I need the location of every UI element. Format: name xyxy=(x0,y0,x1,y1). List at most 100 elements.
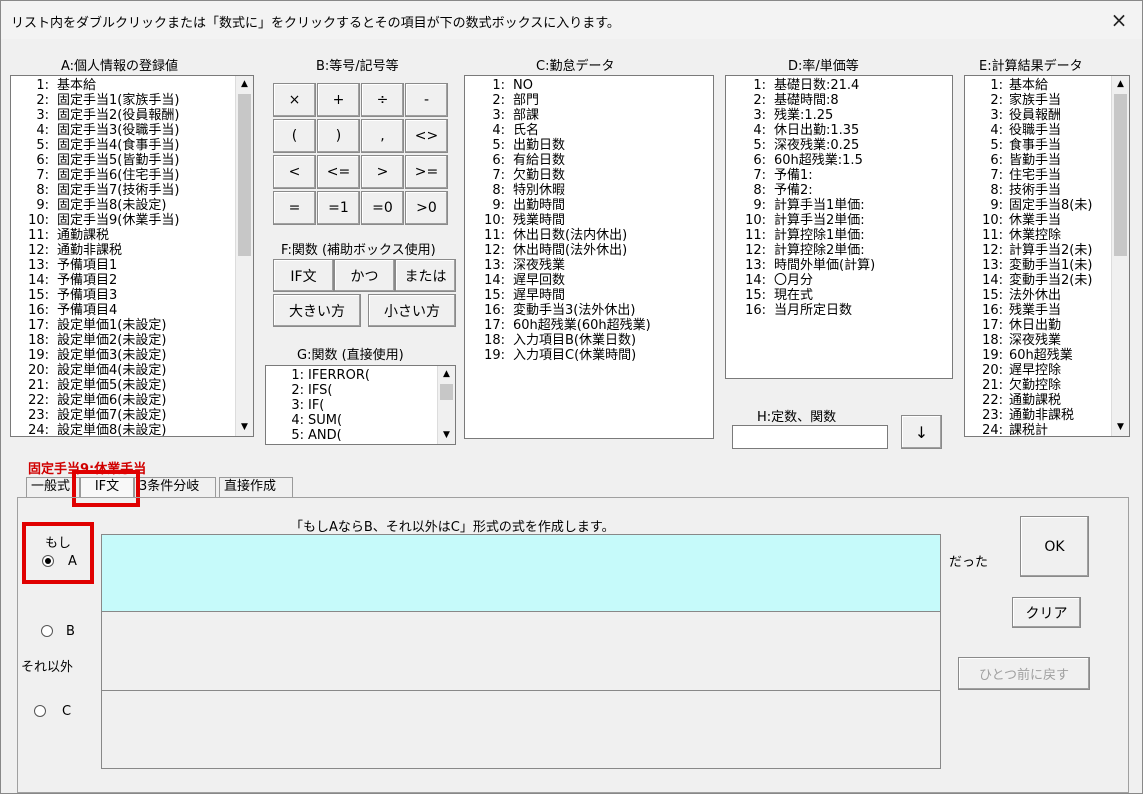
list-item[interactable]: 12: 休出時間(法外休出) xyxy=(465,243,713,258)
list-item[interactable]: 21: 欠勤控除 xyxy=(965,378,1129,393)
scroll-down-icon[interactable]: ▼ xyxy=(1112,419,1129,436)
symbol-equals-button[interactable]: = xyxy=(273,191,316,225)
list-item[interactable]: 16: 当月所定日数 xyxy=(726,303,952,318)
symbol-close-paren-button[interactable]: ) xyxy=(317,119,360,153)
if-function-button[interactable]: IF文 xyxy=(273,259,334,292)
scroll-down-icon[interactable]: ▼ xyxy=(438,427,455,444)
list-item[interactable]: 20: 設定単価4(未設定) xyxy=(11,363,253,378)
list-item[interactable]: 10: 休業手当 xyxy=(965,213,1129,228)
max-function-button[interactable]: 大きい方 xyxy=(273,294,361,327)
constants-input[interactable] xyxy=(732,425,888,449)
symbol-multiply-button[interactable]: × xyxy=(273,83,316,117)
symbol-plus-button[interactable]: + xyxy=(317,83,360,117)
list-item[interactable]: 21: 設定単価5(未設定) xyxy=(11,378,253,393)
radio-b[interactable] xyxy=(41,625,53,637)
undo-button[interactable]: ひとつ前に戻す xyxy=(958,657,1090,690)
list-c-listbox[interactable]: 1: NO 2: 部門 3: 部課 4: 氏名 5: 出勤日数 6: 有給日数 7: 欠勤日数 8: 特別休暇… xyxy=(464,75,714,439)
list-item[interactable]: 20: 遅早控除 xyxy=(965,363,1129,378)
list-item[interactable]: 12: 計算手当2(未) xyxy=(965,243,1129,258)
scroll-up-icon[interactable]: ▲ xyxy=(236,76,253,93)
list-item[interactable]: 22: 通勤課税 xyxy=(965,393,1129,408)
list-item[interactable]: 5: 食事手当 xyxy=(965,138,1129,153)
symbol-less-equal-button[interactable]: <= xyxy=(317,155,360,189)
symbol-less-than-button[interactable]: < xyxy=(273,155,316,189)
clear-button[interactable]: クリア xyxy=(1012,597,1081,628)
symbol-comma-button[interactable]: , xyxy=(361,119,404,153)
scroll-thumb[interactable] xyxy=(440,384,453,400)
list-item[interactable]: 11: 計算控除1単価: xyxy=(726,228,952,243)
list-item[interactable]: 8: 技術手当 xyxy=(965,183,1129,198)
list-item[interactable]: 3: 役員報酬 xyxy=(965,108,1129,123)
list-item[interactable]: 14: 変動手当2(未) xyxy=(965,273,1129,288)
symbol-greater-zero-button[interactable]: >0 xyxy=(405,191,448,225)
scroll-up-icon[interactable]: ▲ xyxy=(1112,76,1129,93)
list-item[interactable]: 6: 60h超残業:1.5 xyxy=(726,153,952,168)
list-item[interactable]: 6: 皆勤手当 xyxy=(965,153,1129,168)
symbol-equals-one-button[interactable]: =1 xyxy=(317,191,360,225)
list-item[interactable]: 23: 設定単価7(未設定) xyxy=(11,408,253,423)
list-item[interactable]: 3: 部課 xyxy=(465,108,713,123)
list-item[interactable]: 11: 休業控除 xyxy=(965,228,1129,243)
list-item[interactable]: 16: 予備項目4 xyxy=(11,303,253,318)
list-item[interactable]: 17: 休日出勤 xyxy=(965,318,1129,333)
list-item[interactable]: 14: 〇月分 xyxy=(726,273,952,288)
scroll-up-icon[interactable]: ▲ xyxy=(438,366,455,383)
list-item[interactable]: 13: 変動手当1(未) xyxy=(965,258,1129,273)
list-item[interactable]: 15: 遅早時間 xyxy=(465,288,713,303)
list-item[interactable]: 5: 出勤日数 xyxy=(465,138,713,153)
list-item[interactable]: 23: 通勤非課税 xyxy=(965,408,1129,423)
list-item[interactable]: 6: 固定手当5(皆勤手当) xyxy=(11,153,253,168)
list-item[interactable]: 1: 基本給 xyxy=(11,78,253,93)
list-item[interactable]: 6: 有給日数 xyxy=(465,153,713,168)
list-item[interactable]: 4: SUM( xyxy=(266,413,455,428)
list-item[interactable]: 4: 固定手当3(役職手当) xyxy=(11,123,253,138)
list-item[interactable]: 19: 60h超残業 xyxy=(965,348,1129,363)
list-item[interactable]: 19: 入力項目C(休業時間) xyxy=(465,348,713,363)
symbol-minus-button[interactable]: - xyxy=(405,83,448,117)
list-item[interactable]: 18: 設定単価2(未設定) xyxy=(11,333,253,348)
list-item[interactable]: 18: 深夜残業 xyxy=(965,333,1129,348)
list-e-listbox[interactable]: 1: 基本給 2: 家族手当 3: 役員報酬 4: 役職手当 5: 食事手当 6: 皆勤手当 7: 住宅手… xyxy=(964,75,1130,437)
or-function-button[interactable]: または xyxy=(395,259,456,292)
min-function-button[interactable]: 小さい方 xyxy=(368,294,456,327)
list-item[interactable]: 2: 固定手当1(家族手当) xyxy=(11,93,253,108)
symbol-greater-equal-button[interactable]: >= xyxy=(405,155,448,189)
list-item[interactable]: 4: 氏名 xyxy=(465,123,713,138)
list-item[interactable]: 5: AND( xyxy=(266,428,455,443)
symbol-not-equal-button[interactable]: <> xyxy=(405,119,448,153)
symbol-divide-button[interactable]: ÷ xyxy=(361,83,404,117)
list-item[interactable]: 14: 予備項目2 xyxy=(11,273,253,288)
list-item[interactable]: 19: 設定単価3(未設定) xyxy=(11,348,253,363)
list-item[interactable]: 7: 住宅手当 xyxy=(965,168,1129,183)
and-function-button[interactable]: かつ xyxy=(334,259,395,292)
result-c-field[interactable] xyxy=(101,690,941,769)
list-item[interactable]: 7: 予備1: xyxy=(726,168,952,183)
list-a-scrollbar[interactable]: ▲ ▼ xyxy=(235,76,253,436)
result-b-field[interactable] xyxy=(101,611,941,691)
list-item[interactable]: 4: 役職手当 xyxy=(965,123,1129,138)
list-e-scrollbar[interactable]: ▲ ▼ xyxy=(1111,76,1129,436)
symbol-open-paren-button[interactable]: ( xyxy=(273,119,316,153)
radio-c[interactable] xyxy=(34,705,46,717)
symbol-greater-than-button[interactable]: > xyxy=(361,155,404,189)
scroll-thumb[interactable] xyxy=(238,94,251,256)
tab-direct[interactable]: 直接作成 xyxy=(219,477,293,497)
list-item[interactable]: 17: 設定単価1(未設定) xyxy=(11,318,253,333)
list-item[interactable]: 13: 時間外単価(計算) xyxy=(726,258,952,273)
list-item[interactable]: 1: 基礎日数:21.4 xyxy=(726,78,952,93)
list-item[interactable]: 5: 固定手当4(食事手当) xyxy=(11,138,253,153)
list-item[interactable]: 1: NO xyxy=(465,78,713,93)
scroll-thumb[interactable] xyxy=(1114,94,1127,256)
list-item[interactable]: 15: 法外休出 xyxy=(965,288,1129,303)
functions-g-scrollbar[interactable]: ▲ ▼ xyxy=(437,366,455,444)
list-item[interactable]: 1: 基本給 xyxy=(965,78,1129,93)
condition-a-field[interactable] xyxy=(101,534,941,612)
list-item[interactable]: 3: 固定手当2(役員報酬) xyxy=(11,108,253,123)
functions-g-listbox[interactable]: 1: IFERROR(2: IFS(3: IF(4: SUM(5: AND( ▲ ▼ xyxy=(265,365,456,445)
list-item[interactable]: 13: 深夜残業 xyxy=(465,258,713,273)
list-item[interactable]: 22: 設定単価6(未設定) xyxy=(11,393,253,408)
list-item[interactable]: 2: 部門 xyxy=(465,93,713,108)
list-item[interactable]: 3: IF( xyxy=(266,398,455,413)
list-item[interactable]: 11: 休出日数(法内休出) xyxy=(465,228,713,243)
list-item[interactable]: 12: 計算控除2単価: xyxy=(726,243,952,258)
